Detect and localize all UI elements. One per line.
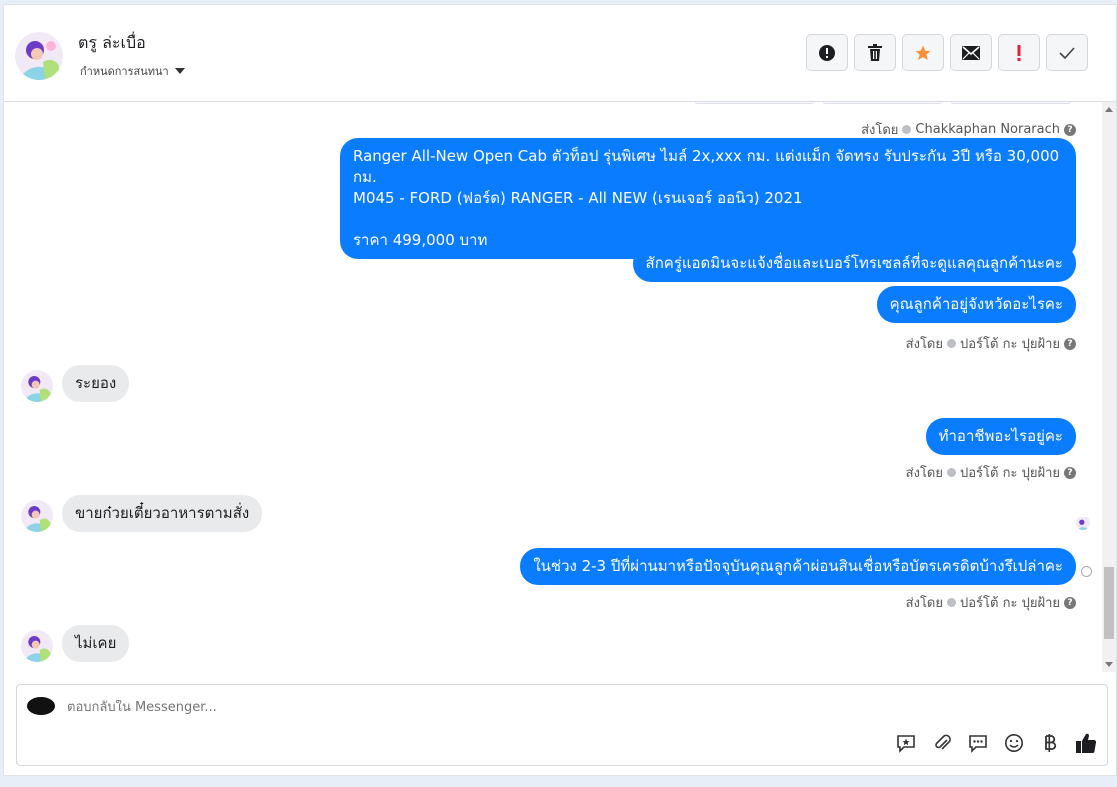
help-icon[interactable]: ? bbox=[1064, 596, 1076, 609]
conversation-header: ตรู ล่ะเบื่อ กำหนดการสนทนา bbox=[4, 5, 1116, 102]
quick-reply-button[interactable] bbox=[967, 732, 989, 754]
sent-by-prefix: ส่งโดย bbox=[861, 123, 899, 138]
trash-icon bbox=[868, 44, 882, 61]
sent-by-label: ส่งโดย ปอร์โต้ กะ ปุยฝ้าย ? bbox=[906, 333, 1076, 354]
quick-reply-button[interactable] bbox=[822, 102, 942, 104]
chat-bubble-icon bbox=[969, 735, 987, 753]
checkmark-icon bbox=[1059, 46, 1075, 59]
avatar[interactable] bbox=[21, 630, 53, 662]
alert-circle-icon bbox=[819, 44, 835, 61]
mark-done-button[interactable] bbox=[1046, 34, 1088, 71]
outgoing-message[interactable]: คุณลูกค้าอยู่จังหวัดอะไรคะ bbox=[876, 286, 1076, 323]
like-button[interactable] bbox=[1075, 732, 1097, 754]
sent-by-prefix: ส่งโดย bbox=[905, 337, 943, 352]
sent-by-label: ส่งโดย ปอร์โต้ กะ ปุยฝ้าย ? bbox=[906, 462, 1076, 483]
avatar[interactable] bbox=[15, 32, 63, 80]
attach-button[interactable] bbox=[931, 732, 953, 754]
help-icon[interactable]: ? bbox=[1064, 337, 1076, 350]
reply-composer bbox=[16, 684, 1108, 766]
chat-star-icon bbox=[897, 735, 915, 753]
outgoing-message[interactable]: ทำอาชีพอะไรอยู่คะ bbox=[925, 418, 1076, 455]
scrollbar-thumb[interactable] bbox=[1104, 567, 1114, 639]
verified-icon bbox=[947, 339, 956, 348]
conversation-options-label: กำหนดการสนทนา bbox=[80, 65, 169, 78]
sent-by-label: ส่งโดย ปอร์โต้ กะ ปุยฝ้าย ? bbox=[906, 592, 1076, 613]
thumbs-up-icon bbox=[1076, 733, 1097, 753]
scroll-up-arrow-icon[interactable] bbox=[1105, 107, 1113, 112]
sent-by-prefix: ส่งโดย bbox=[905, 466, 943, 481]
caret-down-icon bbox=[174, 68, 185, 74]
delivered-icon bbox=[1081, 566, 1092, 577]
composer-toolbar bbox=[895, 732, 1097, 754]
seen-avatar bbox=[1076, 516, 1090, 530]
payment-button[interactable] bbox=[1039, 732, 1061, 754]
sent-by-label: ส่งโดย Chakkaphan Norarach ? bbox=[861, 119, 1076, 140]
contact-name: ตรู ล่ะเบื่อ bbox=[78, 33, 146, 52]
avatar[interactable] bbox=[21, 370, 53, 402]
sender-name: ปอร์โต้ กะ ปุยฝ้าย bbox=[960, 596, 1060, 611]
emoji-button[interactable] bbox=[1003, 732, 1025, 754]
envelope-icon bbox=[962, 45, 980, 60]
help-icon[interactable]: ? bbox=[1064, 123, 1076, 136]
verified-icon bbox=[947, 468, 956, 477]
quick-reply-button[interactable] bbox=[950, 102, 1072, 104]
sender-name: Chakkaphan Norarach bbox=[915, 122, 1060, 137]
reply-input[interactable] bbox=[67, 700, 867, 715]
star-icon bbox=[915, 45, 931, 60]
quick-reply-button[interactable] bbox=[694, 102, 814, 104]
report-button[interactable] bbox=[806, 34, 848, 71]
sender-name: ปอร์โต้ กะ ปุยฝ้าย bbox=[960, 337, 1060, 352]
mark-important-button[interactable] bbox=[998, 34, 1040, 71]
outgoing-message[interactable]: Ranger All-New Open Cab ตัวท็อป รุ่นพิเศ… bbox=[340, 138, 1076, 259]
email-button[interactable] bbox=[950, 34, 992, 71]
star-button[interactable] bbox=[902, 34, 944, 71]
header-actions bbox=[806, 34, 1088, 71]
page-logo bbox=[27, 697, 55, 715]
exclamation-icon bbox=[1017, 44, 1021, 61]
verified-icon bbox=[947, 598, 956, 607]
incoming-message[interactable]: ขายก๋วยเตี๋ยวอาหารตามสั่ง bbox=[62, 495, 263, 532]
incoming-message[interactable]: ระยอง bbox=[62, 365, 130, 402]
smiley-icon bbox=[1005, 734, 1023, 752]
paperclip-icon bbox=[935, 734, 951, 750]
scrollbar[interactable] bbox=[1102, 102, 1116, 672]
conversation-options-dropdown[interactable]: กำหนดการสนทนา bbox=[80, 62, 185, 80]
saved-reply-button[interactable] bbox=[895, 732, 917, 754]
outgoing-message[interactable]: ในช่วง 2-3 ปีที่ผ่านมาหรือปัจจุบันคุณลูก… bbox=[520, 548, 1076, 585]
scroll-down-arrow-icon[interactable] bbox=[1105, 662, 1113, 667]
outgoing-message[interactable]: สักครู่แอดมินจะแจ้งชื่อและเบอร์โทรเซลล์ท… bbox=[632, 245, 1076, 282]
message-list[interactable]: ส่งโดย Chakkaphan Norarach ? Ranger All-… bbox=[4, 102, 1104, 672]
baht-icon bbox=[1045, 734, 1057, 752]
sender-name: ปอร์โต้ กะ ปุยฝ้าย bbox=[960, 466, 1060, 481]
incoming-message[interactable]: ไม่เคย bbox=[62, 625, 130, 662]
conversation-panel: ตรู ล่ะเบื่อ กำหนดการสนทนา ส่งโดย Chakka… bbox=[3, 4, 1117, 776]
delete-button[interactable] bbox=[854, 34, 896, 71]
avatar[interactable] bbox=[21, 500, 53, 532]
verified-icon bbox=[902, 125, 912, 134]
sent-by-prefix: ส่งโดย bbox=[905, 596, 943, 611]
help-icon[interactable]: ? bbox=[1064, 466, 1076, 479]
